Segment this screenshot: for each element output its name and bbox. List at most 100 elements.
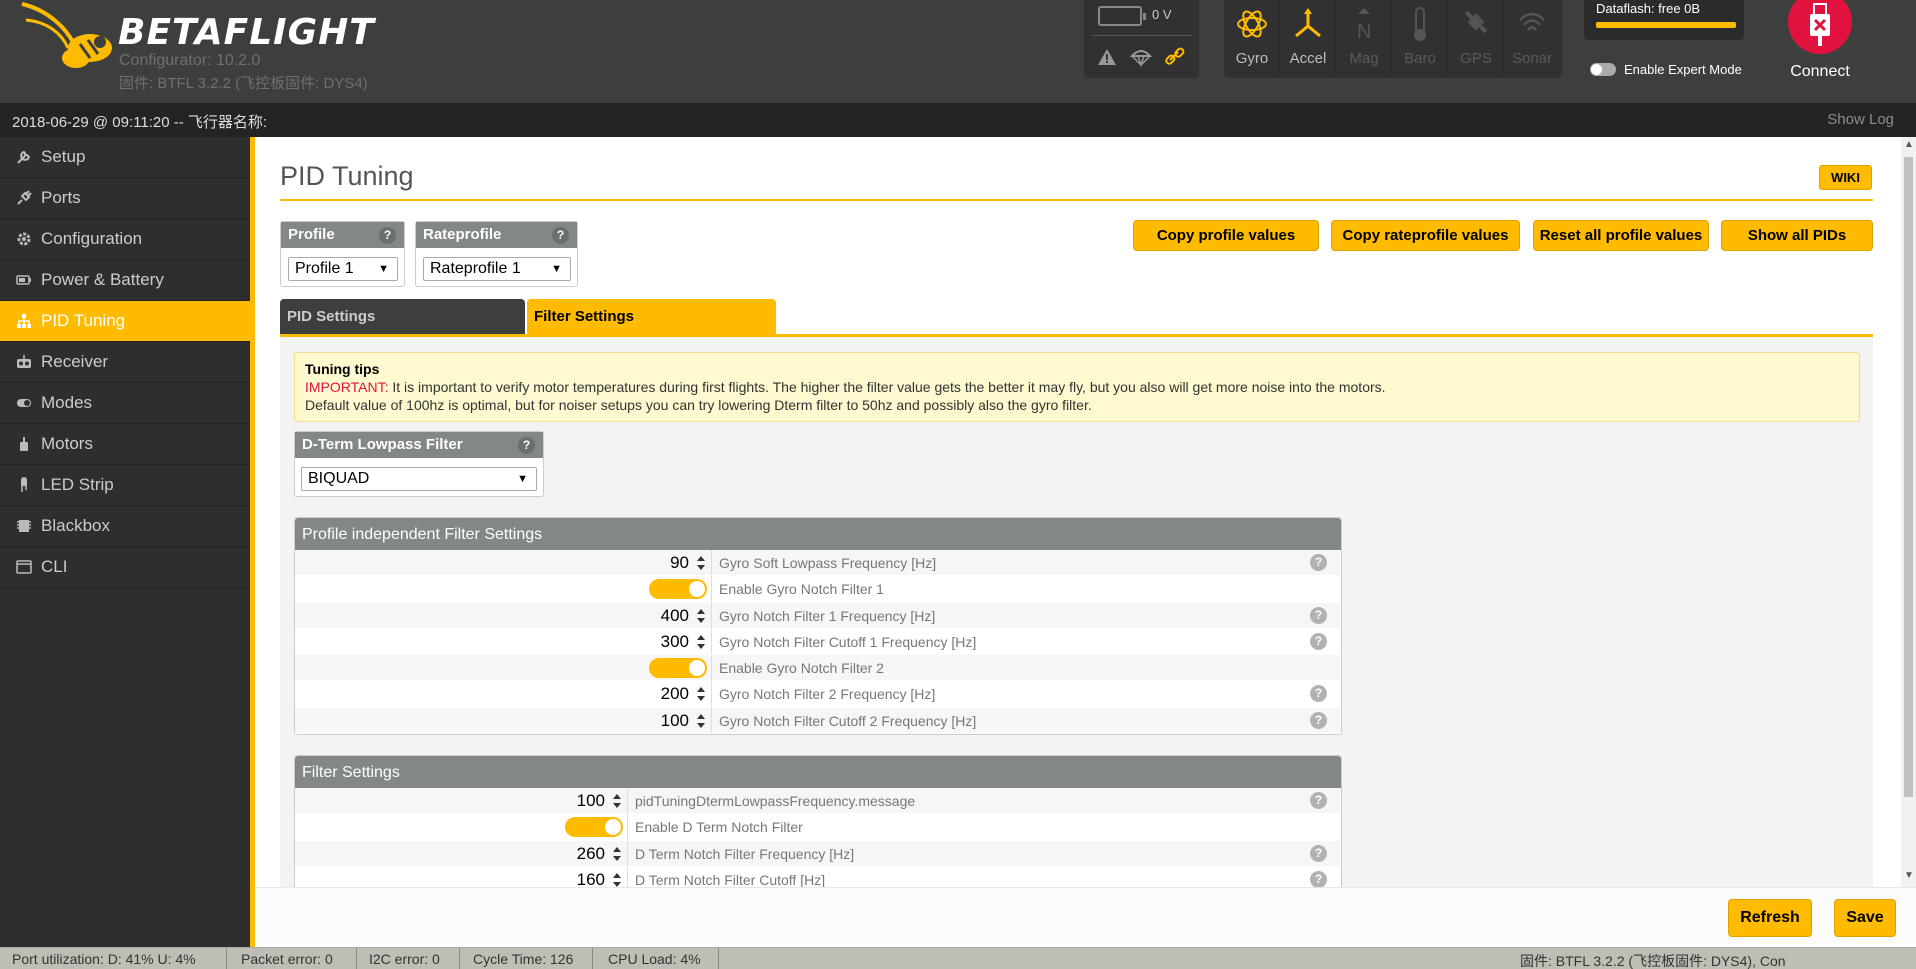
link-icon <box>1165 47 1185 65</box>
filter-row: 90 Gyro Soft Lowpass Frequency [Hz] ? <box>295 550 1341 577</box>
help-icon[interactable]: ? <box>1310 711 1327 729</box>
spinner-icon[interactable] <box>696 606 706 626</box>
scroll-thumb[interactable] <box>1904 157 1913 797</box>
cpu-load: CPU Load: 4% <box>608 951 701 967</box>
sensor-gyro: Gyro <box>1224 0 1280 78</box>
dterm-notch-toggle[interactable] <box>565 817 623 838</box>
sidebar-item-pid-tuning[interactable]: PID Tuning <box>0 301 250 342</box>
show-log-link[interactable]: Show Log <box>1827 111 1894 128</box>
gyro-notch-2-toggle[interactable] <box>649 658 707 679</box>
spinner-icon[interactable] <box>696 553 706 573</box>
sensor-accel: Accel <box>1280 0 1336 78</box>
divider <box>711 550 712 576</box>
rateprofile-select[interactable]: Rateprofile 1 ▼ <box>423 257 571 281</box>
filter-value-input[interactable]: 160 <box>561 870 605 887</box>
filter-label: D Term Notch Filter Frequency [Hz] <box>635 845 855 862</box>
dterm-value: BIQUAD <box>308 470 370 487</box>
help-icon[interactable]: ? <box>1310 870 1327 887</box>
filter-settings-box: Filter Settings 100 pidTuningDtermLowpas… <box>294 755 1342 887</box>
scrollbar[interactable]: ▲ ▼ <box>1901 137 1916 887</box>
sidebar-item-power-battery[interactable]: Power & Battery <box>0 260 250 301</box>
sensor-label: Gyro <box>1235 50 1269 67</box>
wiki-button[interactable]: WIKI <box>1819 165 1872 190</box>
sitemap-icon <box>17 314 31 328</box>
dropdown-arrow-icon: ▼ <box>378 263 389 275</box>
filter-row: 100 Gyro Notch Filter Cutoff 2 Frequency… <box>295 707 1341 735</box>
filter-value-input[interactable]: 100 <box>561 791 605 811</box>
filter-label: Enable Gyro Notch Filter 1 <box>719 581 884 598</box>
help-icon[interactable]: ? <box>379 227 396 244</box>
connect-button[interactable] <box>1786 0 1854 60</box>
filter-value-input[interactable]: 400 <box>645 606 689 626</box>
accel-icon <box>1295 8 1321 38</box>
filter-value-input[interactable]: 200 <box>645 684 689 704</box>
sidebar-item-label: Power & Battery <box>41 270 164 289</box>
sidebar-item-motors[interactable]: Motors <box>0 424 250 465</box>
expert-mode[interactable]: Enable Expert Mode <box>1590 62 1742 77</box>
main-content: PID Tuning WIKI Profile ? Profile 1 ▼ Ra… <box>255 137 1901 887</box>
sensor-label: Baro <box>1404 50 1436 67</box>
sidebar-item-receiver[interactable]: Receiver <box>0 342 250 383</box>
reset-profile-button[interactable]: Reset all profile values <box>1533 220 1709 251</box>
spinner-icon[interactable] <box>612 844 622 864</box>
plug-icon <box>17 190 32 205</box>
help-icon[interactable]: ? <box>1310 685 1327 703</box>
filter-value-input[interactable]: 300 <box>645 632 689 652</box>
help-icon[interactable]: ? <box>1310 606 1327 624</box>
help-icon[interactable]: ? <box>1310 844 1327 862</box>
filter-label: pidTuningDtermLowpassFrequency.message <box>635 793 916 809</box>
help-icon[interactable]: ? <box>1310 792 1327 809</box>
copy-profile-button[interactable]: Copy profile values <box>1133 220 1319 251</box>
connect-circle[interactable] <box>1788 0 1852 54</box>
filter-value-input[interactable]: 260 <box>561 844 605 864</box>
spinner-icon[interactable] <box>696 684 706 704</box>
packet-error: Packet error: 0 <box>241 951 333 967</box>
sidebar-item-label: CLI <box>41 557 68 576</box>
scroll-up-icon[interactable]: ▲ <box>1904 139 1914 150</box>
filter-label: Enable Gyro Notch Filter 2 <box>719 660 884 677</box>
refresh-button[interactable]: Refresh <box>1728 899 1812 937</box>
show-all-pids-button[interactable]: Show all PIDs <box>1721 220 1873 251</box>
spinner-icon[interactable] <box>612 870 622 887</box>
tab-filter-settings[interactable]: Filter Settings <box>527 299 776 334</box>
filter-label: Gyro Soft Lowpass Frequency [Hz] <box>719 555 937 571</box>
help-icon[interactable]: ? <box>552 227 569 244</box>
divider <box>711 655 712 681</box>
sidebar-item-blackbox[interactable]: Blackbox <box>0 506 250 547</box>
filter-value-input[interactable]: 100 <box>645 711 689 731</box>
cli-icon <box>16 560 32 574</box>
port-utilization: Port utilization: D: 41% U: 4% <box>12 951 196 967</box>
expert-mode-toggle[interactable] <box>1590 63 1616 76</box>
led-icon <box>21 477 27 492</box>
copy-rateprofile-button[interactable]: Copy rateprofile values <box>1331 220 1520 251</box>
tab-pid-settings[interactable]: PID Settings <box>280 299 525 334</box>
sidebar-item-led-strip[interactable]: LED Strip <box>0 465 250 506</box>
scroll-down-icon[interactable]: ▼ <box>1904 870 1914 881</box>
sensor-panel: Gyro Accel N Mag Baro GPS Sonar <box>1224 0 1562 78</box>
dterm-select[interactable]: BIQUAD ▼ <box>301 467 537 491</box>
gyro-notch-1-toggle[interactable] <box>649 579 707 600</box>
svg-text:N: N <box>1357 21 1371 42</box>
profile-independent-title: Profile independent Filter Settings <box>295 518 1341 550</box>
sidebar-item-label: Receiver <box>41 352 109 371</box>
filter-value-input[interactable]: 90 <box>645 553 689 573</box>
sidebar-item-cli[interactable]: CLI <box>0 547 250 588</box>
divider <box>459 948 460 969</box>
mag-icon: N <box>1357 8 1371 42</box>
spinner-icon[interactable] <box>612 791 622 811</box>
sidebar-item-ports[interactable]: Ports <box>0 178 250 219</box>
save-button[interactable]: Save <box>1834 899 1896 937</box>
usb-disconnected-icon <box>1810 3 1830 46</box>
sidebar-item-configuration[interactable]: Configuration <box>0 219 250 260</box>
profile-label: Profile <box>288 226 335 243</box>
divider <box>711 628 712 655</box>
spinner-icon[interactable] <box>696 632 706 652</box>
help-icon[interactable]: ? <box>1310 554 1327 571</box>
help-icon[interactable]: ? <box>1310 632 1327 650</box>
spinner-icon[interactable] <box>696 711 706 731</box>
profile-select[interactable]: Profile 1 ▼ <box>288 257 398 281</box>
sidebar-item-setup[interactable]: Setup <box>0 137 250 178</box>
sidebar-item-modes[interactable]: Modes <box>0 383 250 424</box>
help-icon[interactable]: ? <box>518 437 535 454</box>
baro-icon <box>1414 7 1426 41</box>
